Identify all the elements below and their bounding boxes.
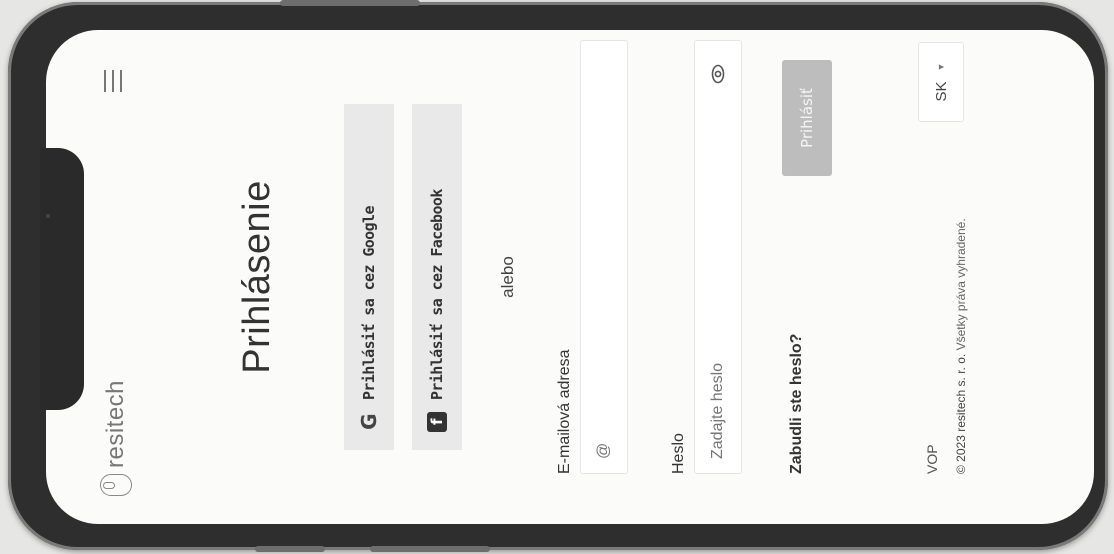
phone-side-button — [370, 546, 490, 552]
password-field[interactable] — [694, 40, 742, 474]
brand-logo[interactable]: resitech — [98, 380, 134, 496]
language-select[interactable]: SK ▼ — [918, 42, 964, 122]
login-page: resitech Prihlásenie G Prihlásiť sa cez … — [46, 30, 1094, 524]
forgot-password-link[interactable]: Zabudli ste heslo? — [788, 334, 806, 474]
phone-side-button — [255, 546, 325, 552]
eye-icon[interactable] — [708, 64, 728, 84]
facebook-login-label: Prihlásiť sa cez Facebook — [428, 189, 446, 400]
login-button[interactable]: Prihlásiť — [782, 60, 832, 176]
rights-text: Všetky práva vyhradené. — [954, 218, 968, 351]
facebook-login-button[interactable]: f Prihlásiť sa cez Facebook — [412, 104, 462, 450]
password-label: Heslo — [670, 433, 687, 474]
email-field[interactable] — [580, 40, 628, 474]
logo-icon — [100, 474, 132, 496]
page-title: Prihlásenie — [236, 180, 278, 374]
google-login-label: Prihlásiť sa cez Google — [360, 206, 378, 400]
hamburger-icon[interactable] — [104, 70, 122, 92]
brand-name: resitech — [102, 379, 129, 468]
or-separator: alebo — [498, 256, 517, 298]
email-label: E-mailová adresa — [556, 349, 573, 475]
terms-link[interactable]: VOP — [924, 444, 940, 474]
phone-side-button — [280, 0, 420, 6]
language-value: SK — [932, 81, 950, 102]
facebook-icon: f — [427, 412, 447, 432]
copyright-text: © 2023 resitech s. r. o. — [954, 353, 968, 474]
caret-down-icon: ▼ — [936, 62, 946, 72]
footer-copyright: © 2023 resitech s. r. o. Všetky práva vy… — [954, 218, 968, 474]
google-login-button[interactable]: G Prihlásiť sa cez Google — [344, 104, 394, 450]
google-icon: G — [357, 414, 381, 430]
